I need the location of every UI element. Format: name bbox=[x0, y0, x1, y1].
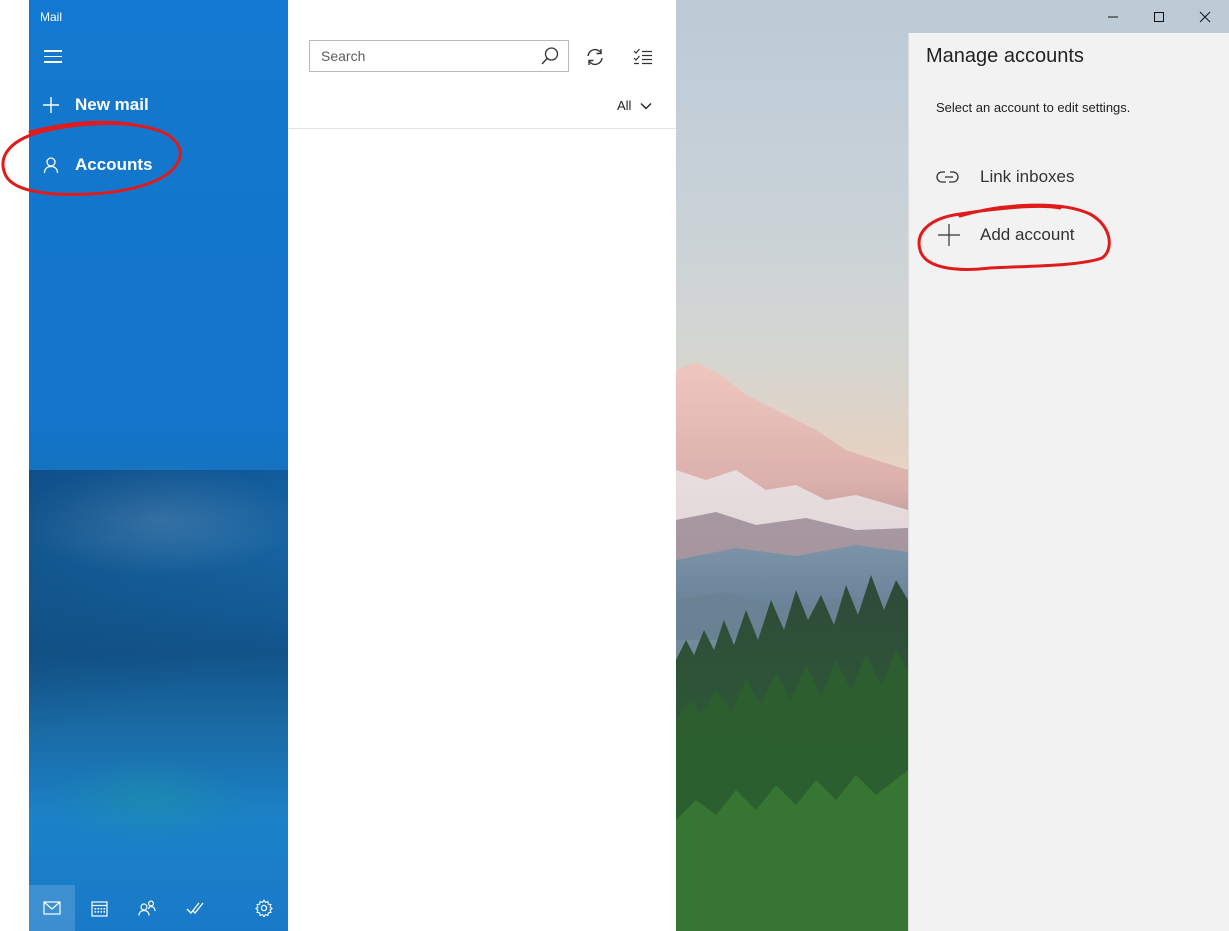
accounts-button[interactable]: Accounts bbox=[29, 145, 288, 185]
mail-icon[interactable] bbox=[29, 885, 75, 931]
select-mode-icon[interactable] bbox=[628, 42, 658, 72]
person-icon bbox=[42, 156, 60, 174]
app-title: Mail bbox=[40, 10, 63, 24]
people-icon[interactable] bbox=[124, 885, 170, 931]
settings-icon[interactable] bbox=[241, 885, 287, 931]
list-divider bbox=[288, 128, 676, 129]
new-mail-button[interactable]: New mail bbox=[29, 85, 288, 125]
message-list-pane: All bbox=[288, 0, 676, 931]
add-account-label: Add account bbox=[980, 225, 1075, 244]
panel-subtitle: Select an account to edit settings. bbox=[936, 100, 1131, 115]
link-inboxes-label: Link inboxes bbox=[980, 167, 1075, 186]
mail-window: Mail New mail Accounts Search All Manage… bbox=[0, 0, 1229, 931]
panel-title: Manage accounts bbox=[926, 45, 1084, 67]
sidebar-background-image bbox=[29, 470, 288, 770]
search-box[interactable] bbox=[309, 40, 569, 72]
sync-icon[interactable] bbox=[580, 42, 610, 72]
accounts-label: Accounts bbox=[75, 155, 153, 174]
maximize-icon[interactable] bbox=[1136, 4, 1182, 30]
minimize-icon[interactable] bbox=[1090, 4, 1136, 30]
plus-icon bbox=[936, 222, 962, 248]
manage-accounts-panel: Manage accounts Select an account to edi… bbox=[908, 33, 1229, 931]
filter-dropdown[interactable]: All bbox=[617, 98, 652, 113]
link-inboxes-button[interactable]: Link inboxes bbox=[909, 155, 1229, 199]
link-icon bbox=[936, 164, 962, 190]
plus-icon bbox=[42, 96, 60, 114]
search-input[interactable] bbox=[310, 41, 541, 71]
new-mail-label: New mail bbox=[75, 95, 149, 114]
hamburger-menu-icon[interactable] bbox=[44, 50, 62, 64]
app-switcher-bar bbox=[29, 885, 288, 931]
close-icon[interactable] bbox=[1182, 4, 1228, 30]
navigation-pane: Mail New mail Accounts bbox=[29, 0, 288, 931]
chevron-down-icon bbox=[640, 98, 652, 113]
filter-label: All bbox=[617, 98, 632, 113]
search-icon[interactable] bbox=[540, 46, 560, 66]
todo-icon[interactable] bbox=[172, 885, 218, 931]
add-account-button[interactable]: Add account bbox=[909, 213, 1229, 257]
calendar-icon[interactable] bbox=[76, 885, 122, 931]
